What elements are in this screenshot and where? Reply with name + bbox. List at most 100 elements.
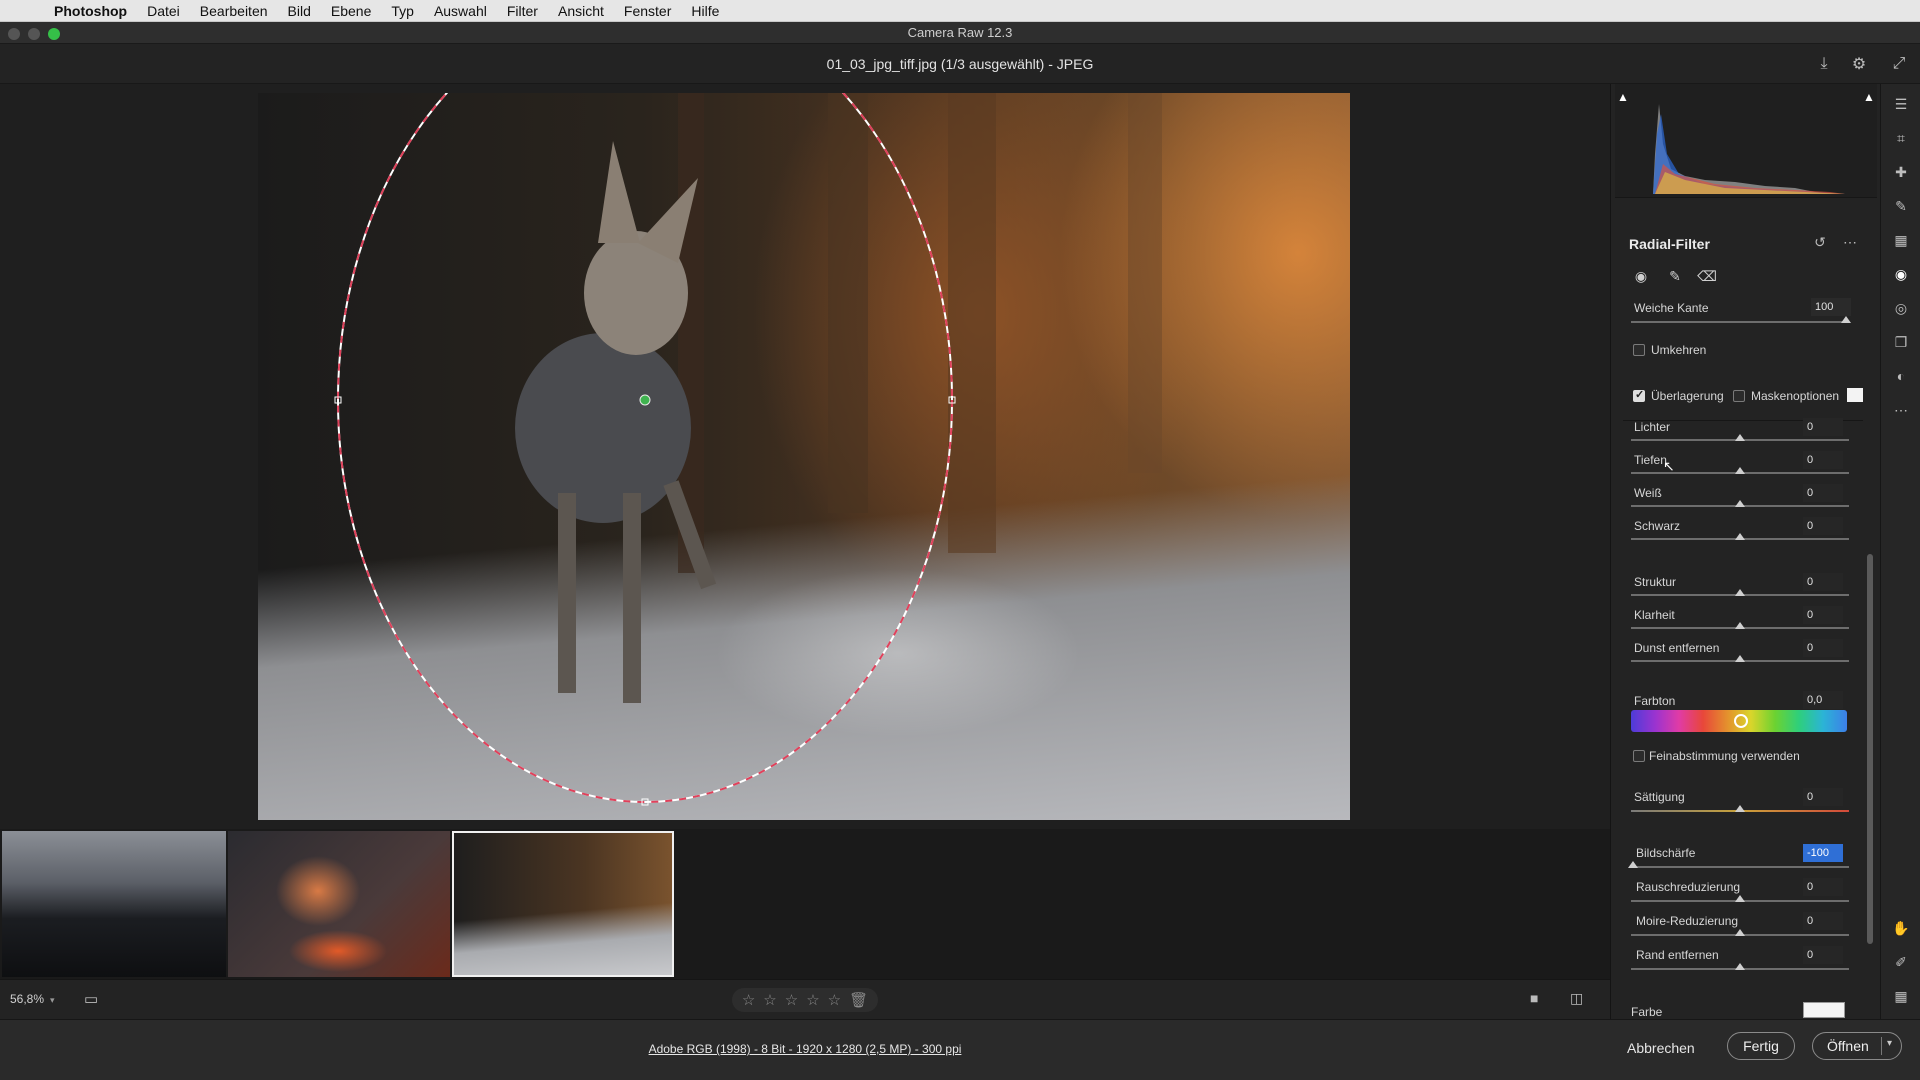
- feather-label: Weiche Kante: [1634, 301, 1709, 315]
- slider-value-whites[interactable]: 0: [1803, 484, 1843, 502]
- slider-label-blacks: Schwarz: [1634, 519, 1681, 533]
- slider-value-shadows[interactable]: 0: [1803, 451, 1843, 469]
- reset-icon[interactable]: ↺: [1811, 234, 1829, 252]
- color-sampler-icon[interactable]: ✐: [1891, 952, 1911, 972]
- panel-scrollbar[interactable]: [1867, 554, 1873, 944]
- slider-value-moire[interactable]: 0: [1803, 912, 1843, 930]
- hue-handle[interactable]: [1734, 714, 1748, 728]
- menu-fenster[interactable]: Fenster: [624, 3, 671, 19]
- slider-value-clarity[interactable]: 0: [1803, 606, 1843, 624]
- mask-options-checkbox[interactable]: [1733, 390, 1745, 402]
- crop-icon[interactable]: ⌗: [1891, 128, 1911, 148]
- feather-value-input[interactable]: 100: [1811, 298, 1851, 316]
- brush-icon[interactable]: ✎: [1665, 266, 1685, 286]
- tree-trunk: [948, 93, 996, 553]
- slider-handle-moire[interactable]: [1735, 929, 1745, 936]
- presets-icon[interactable]: ◐: [1891, 366, 1911, 386]
- done-button[interactable]: Fertig: [1727, 1032, 1795, 1060]
- filmstrip-thumbnail[interactable]: [2, 831, 226, 977]
- feather-slider-handle[interactable]: [1841, 316, 1851, 323]
- slider-value-sharpness[interactable]: -100: [1803, 844, 1843, 862]
- single-view-icon[interactable]: ■: [1530, 990, 1550, 1008]
- menu-bild[interactable]: Bild: [288, 3, 311, 19]
- slider-label-defringe: Rand entfernen: [1636, 948, 1719, 962]
- slider-handle-shadows[interactable]: [1735, 467, 1745, 474]
- color-swatch[interactable]: [1803, 1002, 1845, 1018]
- fine-tune-checkbox[interactable]: [1633, 750, 1645, 762]
- minimize-window-button[interactable]: [28, 28, 40, 40]
- gear-icon[interactable]: ⚙: [1849, 54, 1869, 74]
- slider-handle-texture[interactable]: [1735, 589, 1745, 596]
- slider-handle-blacks[interactable]: [1735, 533, 1745, 540]
- slider-value-defringe[interactable]: 0: [1803, 946, 1843, 964]
- red-eye-icon[interactable]: ◎: [1891, 298, 1911, 318]
- workflow-options-link[interactable]: Adobe RGB (1998) - 8 Bit - 1920 x 1280 (…: [0, 1042, 1610, 1056]
- menu-auswahl[interactable]: Auswahl: [434, 3, 487, 19]
- slider-value-highlights[interactable]: 0: [1803, 418, 1843, 436]
- filmstrip-thumbnail[interactable]: [228, 831, 450, 977]
- save-image-icon[interactable]: ⤓: [1814, 54, 1834, 74]
- star-icon[interactable]: ☆: [828, 991, 841, 1009]
- chevron-down-icon[interactable]: ▾: [1887, 1038, 1892, 1049]
- open-button[interactable]: Öffnen ▾: [1812, 1032, 1902, 1060]
- filmstrip-thumbnail-selected[interactable]: [452, 831, 674, 977]
- slider-handle-dehaze[interactable]: [1735, 655, 1745, 662]
- star-icon[interactable]: ☆: [742, 991, 755, 1009]
- slider-handle-sharpness[interactable]: [1628, 861, 1638, 868]
- radial-mode-icon[interactable]: ◉: [1631, 266, 1651, 286]
- radial-filter-overlay[interactable]: [258, 93, 1350, 820]
- feather-slider-track[interactable]: [1631, 321, 1849, 323]
- zoom-window-button[interactable]: [48, 28, 60, 40]
- slider-value-dehaze[interactable]: 0: [1803, 639, 1843, 657]
- edit-sliders-icon[interactable]: ☰: [1891, 94, 1911, 114]
- saturation-slider-handle[interactable]: [1735, 805, 1745, 812]
- snapshots-icon[interactable]: ❐: [1891, 332, 1911, 352]
- menu-bearbeiten[interactable]: Bearbeiten: [200, 3, 268, 19]
- mouse-cursor-icon: ↖: [1663, 458, 1675, 474]
- star-icon[interactable]: ☆: [763, 991, 776, 1009]
- fullscreen-icon[interactable]: ⤢: [1889, 54, 1909, 74]
- grid-icon[interactable]: ▦: [1891, 986, 1911, 1006]
- zoom-level[interactable]: 56,8% ▾: [10, 992, 55, 1006]
- slider-handle-defringe[interactable]: [1735, 963, 1745, 970]
- slider-handle-clarity[interactable]: [1735, 622, 1745, 629]
- hue-value-input[interactable]: 0,0: [1803, 691, 1843, 709]
- mask-color-swatch[interactable]: [1847, 388, 1863, 402]
- menu-typ[interactable]: Typ: [391, 3, 414, 19]
- trash-icon[interactable]: 🗑: [849, 991, 868, 1009]
- menu-filter[interactable]: Filter: [507, 3, 538, 19]
- eraser-icon[interactable]: ⌫: [1697, 266, 1717, 286]
- more-tools-icon[interactable]: ⋯: [1891, 400, 1911, 420]
- saturation-value-input[interactable]: 0: [1803, 788, 1843, 806]
- invert-checkbox[interactable]: [1633, 344, 1645, 356]
- slider-value-blacks[interactable]: 0: [1803, 517, 1843, 535]
- image-canvas[interactable]: [0, 84, 1610, 829]
- menu-datei[interactable]: Datei: [147, 3, 180, 19]
- slider-value-noise-reduction[interactable]: 0: [1803, 878, 1843, 896]
- histogram: ▲ ▲: [1615, 84, 1877, 198]
- filmstrip-toggle-icon[interactable]: ▭: [84, 990, 106, 1008]
- healing-brush-icon[interactable]: ✚: [1891, 162, 1911, 182]
- slider-handle-highlights[interactable]: [1735, 434, 1745, 441]
- hand-icon[interactable]: ✋: [1891, 918, 1911, 938]
- slider-handle-noise-reduction[interactable]: [1735, 895, 1745, 902]
- menu-ansicht[interactable]: Ansicht: [558, 3, 604, 19]
- close-window-button[interactable]: [8, 28, 20, 40]
- adjustment-brush-icon[interactable]: ✎: [1891, 196, 1911, 216]
- radial-center-pin[interactable]: [639, 394, 651, 406]
- menu-app[interactable]: Photoshop: [54, 3, 127, 19]
- slider-track-sharpness[interactable]: [1631, 866, 1849, 868]
- graduated-filter-icon[interactable]: ▦: [1891, 230, 1911, 250]
- overlay-checkbox[interactable]: [1633, 388, 1645, 402]
- menu-hilfe[interactable]: Hilfe: [691, 3, 719, 19]
- star-icon[interactable]: ☆: [785, 991, 798, 1009]
- compare-view-icon[interactable]: ◫: [1570, 990, 1590, 1008]
- star-icon[interactable]: ☆: [806, 991, 819, 1009]
- radial-filter-icon[interactable]: ◉: [1891, 264, 1911, 284]
- menu-ebene[interactable]: Ebene: [331, 3, 371, 19]
- slider-handle-whites[interactable]: [1735, 500, 1745, 507]
- slider-value-texture[interactable]: 0: [1803, 573, 1843, 591]
- photo-preview[interactable]: [258, 93, 1350, 820]
- cancel-button[interactable]: Abbrechen: [1627, 1040, 1695, 1056]
- more-options-icon[interactable]: ⋯: [1841, 234, 1859, 252]
